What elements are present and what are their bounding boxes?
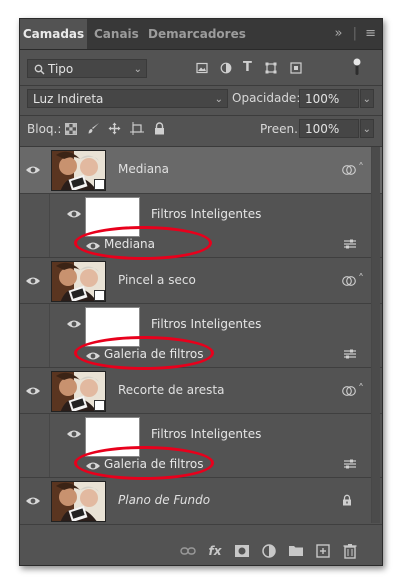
visibility-eye-icon[interactable]	[25, 162, 41, 178]
adjustment-icon[interactable]	[261, 543, 277, 559]
type-filter-icon[interactable]: T	[243, 61, 252, 75]
filter-row: Tipo ⌄ T	[20, 57, 382, 83]
tab-demarcadores[interactable]: Demarcadores	[148, 19, 246, 49]
layer-row[interactable]: Recorte de aresta ˄	[20, 367, 382, 414]
layer-name: Pincel a seco	[118, 273, 196, 287]
filter-kind-value: Tipo	[48, 62, 74, 76]
layers-scrollbar[interactable]	[371, 147, 380, 523]
layer-row[interactable]: Plano de Fundo	[20, 477, 382, 525]
filter-mask-thumbnail[interactable]	[85, 307, 140, 347]
blend-row: Luz Indireta ⌄ Opacidade: 100% ⌄	[20, 87, 382, 113]
new-layer-icon[interactable]	[315, 543, 331, 559]
visibility-eye-icon[interactable]	[25, 493, 41, 509]
fx-icon[interactable]: fx	[207, 543, 223, 559]
blending-options-icon[interactable]	[344, 239, 356, 249]
filter-mask-thumbnail[interactable]	[85, 417, 140, 457]
filter-mask-thumbnail[interactable]	[85, 197, 140, 237]
smart-object-filter-icon[interactable]	[290, 62, 302, 74]
visibility-eye-icon[interactable]	[25, 383, 41, 399]
lock-row: Bloq.: Preen.: 100% ⌄	[20, 117, 382, 143]
filter-eye-icon[interactable]	[85, 458, 101, 474]
lock-all-icon[interactable]	[154, 122, 165, 135]
layer-thumbnail	[51, 371, 106, 412]
layer-thumbnail	[51, 150, 106, 191]
smart-filters-label: Filtros Inteligentes	[151, 317, 262, 331]
tab-camadas[interactable]: Camadas	[20, 19, 87, 49]
filter-effects-icon[interactable]	[342, 385, 356, 397]
search-icon	[34, 64, 45, 75]
blending-options-icon[interactable]	[344, 459, 356, 469]
chevron-down-icon: ⌄	[362, 124, 371, 135]
chevron-down-icon: ⌄	[214, 94, 223, 105]
shape-filter-icon[interactable]	[265, 62, 277, 74]
layer-row[interactable]: Mediana ˄	[20, 147, 382, 193]
blend-mode-select[interactable]: Luz Indireta ⌄	[27, 89, 228, 108]
layer-name: Recorte de aresta	[118, 383, 225, 397]
smart-object-badge-icon	[94, 290, 105, 301]
tab-canais[interactable]: Canais	[94, 19, 139, 49]
lock-icon	[343, 494, 351, 506]
smart-filters-label: Filtros Inteligentes	[151, 207, 262, 221]
collapse-icon[interactable]: »	[334, 26, 342, 41]
fill-dropdown[interactable]: ⌄	[360, 119, 374, 138]
filter-name[interactable]: Galeria de filtros	[104, 457, 203, 471]
smart-object-badge-icon	[94, 400, 105, 411]
filter-name[interactable]: Mediana	[104, 237, 155, 251]
blending-options-icon[interactable]	[344, 349, 356, 359]
adjustment-filter-icon[interactable]	[220, 62, 232, 74]
lock-brush-icon[interactable]	[87, 122, 100, 135]
layers-panel: Camadas Canais Demarcadores » | ≡ Tipo ⌄…	[19, 18, 383, 566]
filter-effects-icon[interactable]	[342, 164, 356, 176]
link-icon[interactable]	[180, 543, 196, 559]
layer-row[interactable]: Pincel a seco ˄	[20, 257, 382, 304]
mask-icon[interactable]	[234, 543, 250, 559]
filter-eye-icon[interactable]	[85, 348, 101, 364]
opacity-label: Opacidade:	[232, 91, 301, 105]
smart-filters-eye-icon[interactable]	[66, 206, 82, 222]
layer-name: Plano de Fundo	[118, 493, 211, 507]
lock-label: Bloq.:	[27, 122, 62, 136]
smart-object-badge-icon	[94, 179, 105, 190]
collapse-arrow-icon[interactable]: ˄	[358, 272, 364, 286]
smart-filters-row: Filtros Inteligentes Mediana	[20, 193, 382, 258]
panel-tab-bar: Camadas Canais Demarcadores » | ≡	[20, 19, 382, 50]
collapse-arrow-icon[interactable]: ˄	[358, 161, 364, 175]
chevron-down-icon: ⌄	[362, 94, 371, 105]
smart-filters-row: Filtros Inteligentes Galeria de filtros	[20, 413, 382, 478]
lock-artboard-icon[interactable]	[130, 122, 144, 135]
blend-mode-value: Luz Indireta	[33, 92, 104, 106]
panel-menu-icon[interactable]: ≡	[365, 26, 376, 41]
filter-kind-select[interactable]: Tipo ⌄	[27, 59, 147, 78]
layer-name: Mediana	[118, 162, 169, 176]
fill-value: 100%	[305, 122, 340, 136]
layer-thumbnail	[51, 261, 106, 302]
trash-icon[interactable]	[342, 543, 358, 559]
filter-name[interactable]: Galeria de filtros	[104, 347, 203, 361]
opacity-value: 100%	[305, 92, 340, 106]
layer-thumbnail	[51, 481, 106, 522]
smart-filters-label: Filtros Inteligentes	[151, 427, 262, 441]
opacity-input[interactable]: 100%	[299, 89, 359, 108]
pixel-filter-icon[interactable]	[196, 62, 208, 74]
folder-icon[interactable]	[288, 543, 304, 559]
opacity-dropdown[interactable]: ⌄	[360, 89, 374, 108]
layers-footer: fx	[20, 537, 382, 565]
chevron-down-icon: ⌄	[133, 64, 142, 75]
fill-input[interactable]: 100%	[299, 119, 359, 138]
layers-list: Mediana ˄ Filtros Inteligentes Mediana P…	[20, 146, 382, 538]
filter-eye-icon[interactable]	[85, 238, 101, 254]
smart-filters-eye-icon[interactable]	[66, 426, 82, 442]
fill-label: Preen.:	[260, 122, 302, 136]
filter-effects-icon[interactable]	[342, 275, 356, 287]
lock-position-icon[interactable]	[108, 122, 121, 135]
filter-toggle-icon[interactable]	[352, 57, 362, 77]
smart-filters-row: Filtros Inteligentes Galeria de filtros	[20, 303, 382, 368]
panel-controls: » | ≡	[334, 26, 376, 41]
visibility-eye-icon[interactable]	[25, 273, 41, 289]
smart-filters-eye-icon[interactable]	[66, 316, 82, 332]
lock-transparency-icon[interactable]	[65, 123, 77, 135]
collapse-arrow-icon[interactable]: ˄	[358, 382, 364, 396]
